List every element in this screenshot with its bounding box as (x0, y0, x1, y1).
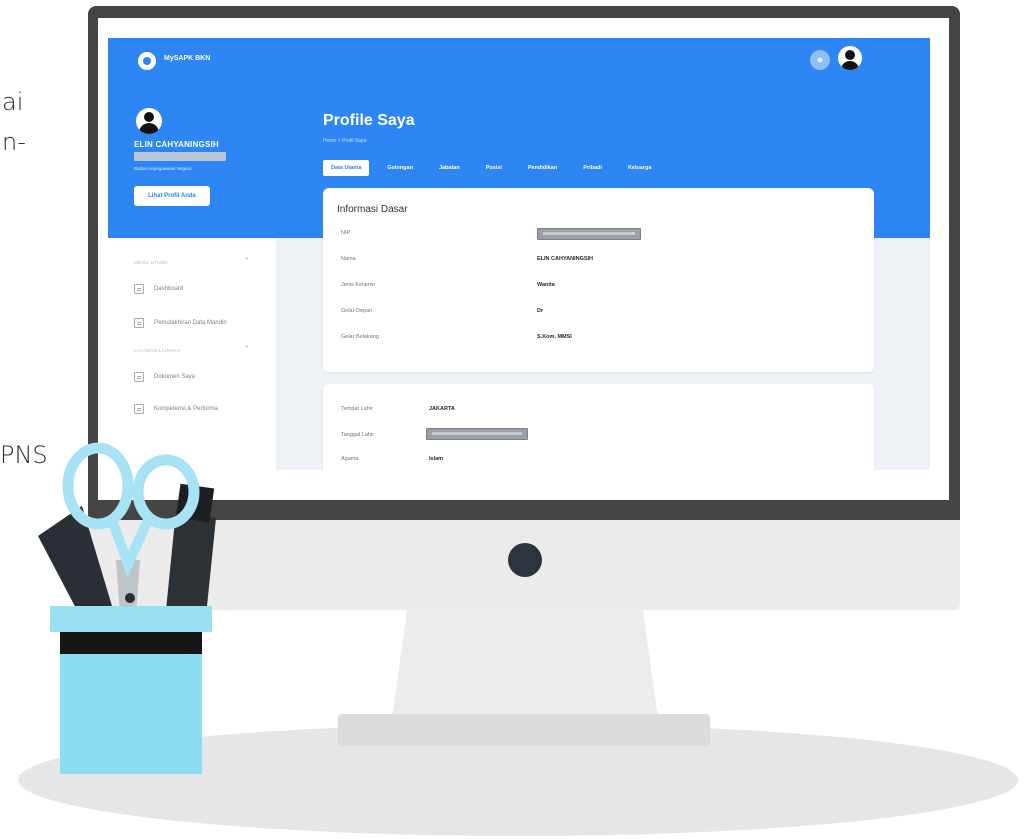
sidebar-item-label: Pemutakhiran Data Mandiri (154, 320, 227, 326)
sidebar-menu: MENU UTAMA ⌃ Dashboard Pemutakhiran Data… (108, 238, 276, 470)
menu-section-main: MENU UTAMA (134, 260, 168, 265)
edge-text-1: ai (2, 88, 24, 116)
field-label: Tanggal Lahir (341, 432, 375, 438)
sidebar-item-competence[interactable]: Kompetensi & Performa (134, 402, 218, 416)
tab-keluarga[interactable]: Keluarga (620, 160, 660, 176)
field-label: Tempat Lahir (341, 406, 373, 412)
bell-icon[interactable] (810, 50, 830, 70)
field-value: Dr (537, 308, 544, 314)
card-title: Informasi Dasar (337, 204, 408, 215)
app-logo-icon[interactable] (138, 52, 156, 70)
view-profile-button[interactable]: Lihat Profil Anda (134, 186, 210, 206)
tab-posisi[interactable]: Posisi (478, 160, 510, 176)
document-icon (134, 372, 144, 382)
pen-cup-rim (50, 606, 212, 632)
redacted-field (134, 152, 226, 161)
field-label: NIP (341, 230, 351, 236)
scissor-arms (107, 517, 153, 578)
user-icon[interactable] (838, 46, 862, 70)
pen-cup-band (60, 632, 202, 654)
menu-section-other: LAYANAN LAINNYA (134, 348, 181, 353)
sidebar-item-documents[interactable]: Dokumen Saya (134, 370, 195, 384)
birth-info-card: Tempat Lahir JAKARTA Tanggal Lahir Agama… (323, 384, 874, 470)
sidebar-item-update-data[interactable]: Pemutakhiran Data Mandiri (134, 316, 227, 330)
chevron-up-icon[interactable]: ⌃ (244, 345, 250, 353)
sidebar-item-label: Dokumen Saya (154, 374, 196, 380)
sidebar-item-label: Dashboard (154, 286, 184, 292)
sidebar-item-dashboard[interactable]: Dashboard (134, 282, 183, 296)
breadcrumb[interactable]: Home > Profil Saya (323, 138, 366, 144)
field-label: Gelar Belakang (341, 334, 379, 340)
page-title: Profile Saya (323, 112, 415, 129)
field-label: Gelar Depan (341, 308, 373, 314)
dashboard-icon (134, 284, 144, 294)
field-label: Nama (341, 256, 356, 262)
tab-pribadi[interactable]: Pribadi (575, 160, 610, 176)
field-value: ELIN CAHYANINGSIH (537, 256, 594, 262)
sidebar-user-name: ELIN CAHYANINGSIH (134, 140, 219, 149)
scissor-handle-left (62, 442, 134, 530)
basic-info-card: Informasi Dasar NIP Nama ELIN CAHYANINGS… (323, 188, 874, 372)
field-value: Wanita (537, 282, 555, 288)
monitor-stand-neck (392, 604, 658, 718)
monitor-stand-base (338, 714, 710, 746)
chevron-up-icon[interactable]: ⌃ (244, 257, 250, 265)
tab-pendidikan[interactable]: Pendidikan (520, 160, 565, 176)
stationery-illustration (38, 442, 216, 616)
scissor-pivot (125, 593, 135, 603)
field-label: Agama (341, 456, 359, 462)
edge-text-2: n- (2, 128, 26, 156)
field-value: JAKARTA (429, 406, 455, 412)
grid-icon (134, 404, 144, 414)
tab-golongan[interactable]: Golongan (379, 160, 421, 176)
redacted-birthdate (426, 428, 528, 440)
sidebar-item-label: Kompetensi & Performa (154, 406, 218, 412)
tab-jabatan[interactable]: Jabatan (431, 160, 468, 176)
app-name: MySAPK BKN (164, 55, 211, 62)
sidebar-user-subtitle: Badan Kepegawaian Negara (134, 166, 192, 171)
profile-tabs: Data Utama Golongan Jabatan Posisi Pendi… (323, 160, 669, 176)
monitor-button (508, 543, 542, 577)
app-screen: MySAPK BKN ELIN CAHYANINGSIH Badan Kepeg… (108, 38, 930, 470)
sidebar: ELIN CAHYANINGSIH Badan Kepegawaian Nega… (108, 90, 276, 470)
list-icon (134, 318, 144, 328)
redacted-nip (537, 228, 641, 240)
field-value: Islam (429, 456, 444, 462)
pen-cup-body (60, 654, 202, 774)
tab-data-utama[interactable]: Data Utama (323, 160, 370, 176)
field-label: Jenis Kelamin (341, 282, 376, 288)
field-value: S.Kom, MMSI (537, 334, 572, 340)
avatar (136, 108, 162, 134)
